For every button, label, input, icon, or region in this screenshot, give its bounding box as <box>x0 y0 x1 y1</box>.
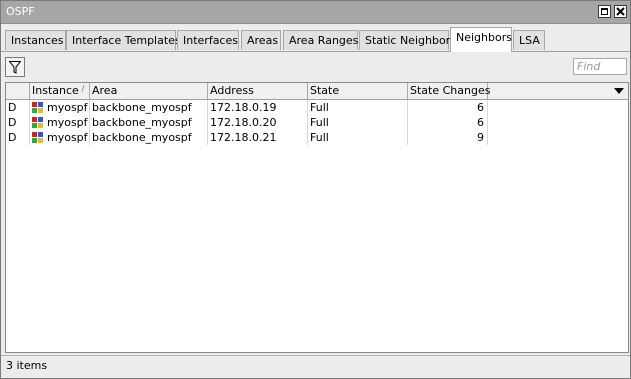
header-instance[interactable]: Instance / <box>30 83 90 99</box>
instance-icon <box>32 132 43 143</box>
filter-icon <box>9 61 21 74</box>
row-instance-text: myospf <box>47 131 88 144</box>
ospf-window: OSPF Instances Interface Templates Inter… <box>0 0 631 379</box>
table-row[interactable]: D myospf backbone_myospf 172.18.0.19 Ful… <box>6 100 628 115</box>
tab-lsa[interactable]: LSA <box>513 30 545 50</box>
instance-icon <box>32 102 43 113</box>
row-instance-text: myospf <box>47 101 88 114</box>
row-state: Full <box>308 115 408 130</box>
row-area: backbone_myospf <box>90 130 208 145</box>
row-state: Full <box>308 100 408 115</box>
row-address: 172.18.0.21 <box>208 130 308 145</box>
toolbar <box>1 52 630 80</box>
tab-neighbors[interactable]: Neighbors <box>450 27 512 52</box>
sort-indicator-icon: / <box>81 84 85 93</box>
row-address: 172.18.0.20 <box>208 115 308 130</box>
header-area[interactable]: Area <box>90 83 208 99</box>
status-bar: 3 items <box>1 355 630 378</box>
item-count: 3 items <box>6 359 48 372</box>
row-state-changes: 9 <box>408 130 488 145</box>
close-icon <box>616 7 625 16</box>
window-title: OSPF <box>6 5 35 18</box>
header-state[interactable]: State <box>308 83 408 99</box>
row-area: backbone_myospf <box>90 115 208 130</box>
tab-areas[interactable]: Areas <box>241 30 281 50</box>
row-flag: D <box>6 115 30 130</box>
tab-area-ranges[interactable]: Area Ranges <box>283 30 358 50</box>
maximize-icon <box>601 8 608 15</box>
tab-interface-templates[interactable]: Interface Templates <box>66 30 181 50</box>
table-header: Instance / Area Address State State Chang… <box>6 83 628 100</box>
row-instance: myospf <box>30 130 90 145</box>
row-state-changes: 6 <box>408 115 488 130</box>
tab-instances[interactable]: Instances <box>5 30 66 50</box>
row-flag: D <box>6 100 30 115</box>
column-menu-icon[interactable] <box>614 86 624 96</box>
row-address: 172.18.0.19 <box>208 100 308 115</box>
row-instance: myospf <box>30 100 90 115</box>
instance-icon <box>32 117 43 128</box>
neighbors-table: Instance / Area Address State State Chang… <box>5 82 629 353</box>
table-row[interactable]: D myospf backbone_myospf 172.18.0.20 Ful… <box>6 115 628 130</box>
row-flag: D <box>6 130 30 145</box>
maximize-button[interactable] <box>598 5 611 18</box>
header-state-changes[interactable]: State Changes <box>408 83 490 99</box>
row-instance-text: myospf <box>47 116 88 129</box>
filter-button[interactable] <box>5 57 25 77</box>
row-state-changes: 6 <box>408 100 488 115</box>
header-instance-label: Instance <box>32 84 79 97</box>
header-address[interactable]: Address <box>208 83 308 99</box>
tab-static-neighbors[interactable]: Static Neighbors <box>359 30 456 50</box>
row-state: Full <box>308 130 408 145</box>
tab-interfaces[interactable]: Interfaces <box>177 30 239 50</box>
close-button[interactable] <box>614 5 627 18</box>
header-flag[interactable] <box>6 83 30 99</box>
row-area: backbone_myospf <box>90 100 208 115</box>
row-instance: myospf <box>30 115 90 130</box>
find-input[interactable] <box>573 58 627 75</box>
tab-strip: Instances Interface Templates Interfaces… <box>1 27 630 52</box>
table-row[interactable]: D myospf backbone_myospf 172.18.0.21 Ful… <box>6 130 628 145</box>
title-bar[interactable]: OSPF <box>1 1 630 24</box>
